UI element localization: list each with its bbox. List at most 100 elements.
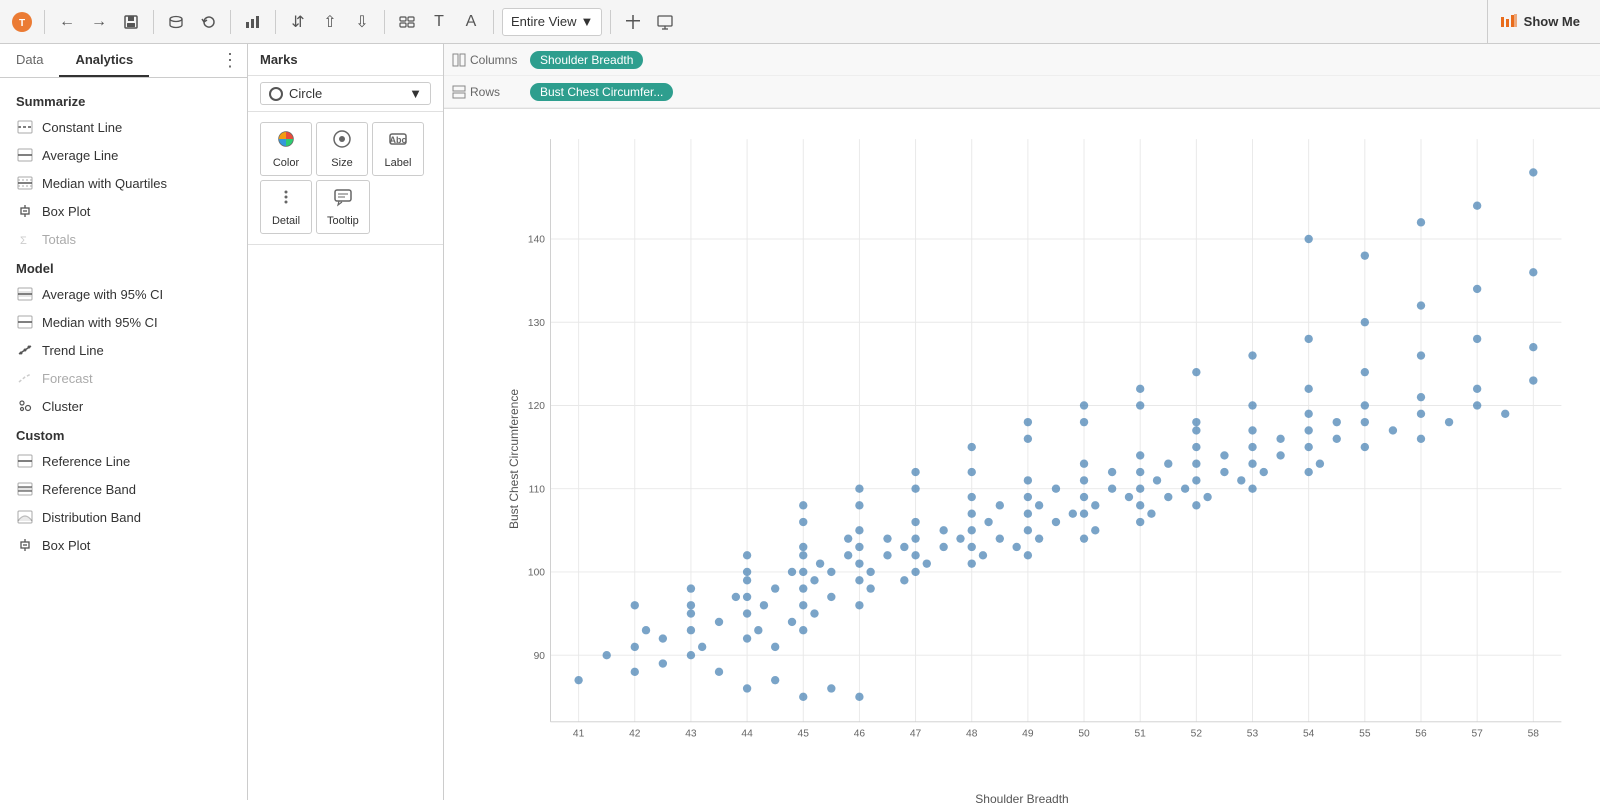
marks-size-label: Size xyxy=(331,157,352,169)
forecast-icon xyxy=(16,369,34,387)
rows-label: Rows xyxy=(452,85,522,99)
separator-2 xyxy=(153,10,154,34)
marks-tooltip-icon xyxy=(333,187,353,212)
analytics-item-cluster[interactable]: Cluster xyxy=(0,392,247,420)
analytics-item-median-quartiles[interactable]: Median with Quartiles xyxy=(0,169,247,197)
swap-axes-icon[interactable]: ⇵ xyxy=(284,8,312,36)
sort-asc-icon[interactable]: ⇧ xyxy=(316,8,344,36)
analytics-item-box-plot-custom[interactable]: Box Plot xyxy=(0,531,247,559)
marks-buttons-group: Color Size Abc Label Detail xyxy=(248,112,443,245)
analytics-item-reference-band[interactable]: Reference Band xyxy=(0,475,247,503)
marks-color-button[interactable]: Color xyxy=(260,122,312,176)
svg-text:41: 41 xyxy=(573,729,585,740)
fix-axes-icon[interactable] xyxy=(619,8,647,36)
marks-label-label: Label xyxy=(385,157,412,169)
sort-desc-icon[interactable]: ⇩ xyxy=(348,8,376,36)
columns-label: Columns xyxy=(452,53,522,67)
marks-type-dropdown[interactable]: Circle ▼ xyxy=(248,76,443,112)
viz-area: Columns Shoulder Breadth Rows Bust Chest… xyxy=(444,44,1600,800)
distribution-band-icon xyxy=(16,508,34,526)
svg-text:50: 50 xyxy=(1078,729,1090,740)
back-icon[interactable]: ← xyxy=(53,8,81,36)
app-logo-icon: T xyxy=(8,8,36,36)
marks-detail-icon xyxy=(276,187,296,212)
svg-text:T: T xyxy=(19,18,25,29)
svg-text:58: 58 xyxy=(1528,729,1540,740)
svg-text:130: 130 xyxy=(528,318,545,329)
svg-text:52: 52 xyxy=(1191,729,1203,740)
marks-detail-label: Detail xyxy=(272,215,300,227)
svg-text:57: 57 xyxy=(1471,729,1483,740)
tab-data[interactable]: Data xyxy=(0,44,59,77)
undo-icon[interactable] xyxy=(194,8,222,36)
rows-pill[interactable]: Bust Chest Circumfer... xyxy=(530,83,673,101)
separator-7 xyxy=(610,10,611,34)
median-quartiles-icon xyxy=(16,174,34,192)
toolbar: T ← → ⇵ ⇧ ⇩ T A Entire View ▼ Show Me xyxy=(0,0,1600,44)
analytics-item-totals: Σ Totals xyxy=(0,225,247,253)
svg-text:51: 51 xyxy=(1135,729,1147,740)
analytics-item-constant-line[interactable]: Constant Line xyxy=(0,113,247,141)
view-dropdown[interactable]: Entire View ▼ xyxy=(502,8,602,36)
trend-line-icon xyxy=(16,341,34,359)
svg-text:48: 48 xyxy=(966,729,978,740)
constant-line-icon xyxy=(16,118,34,136)
marks-header: Marks xyxy=(248,44,443,76)
svg-text:46: 46 xyxy=(854,729,866,740)
analytics-item-trend-line[interactable]: Trend Line xyxy=(0,336,247,364)
panel-options-icon[interactable]: ⋮ xyxy=(221,50,239,71)
marks-size-button[interactable]: Size xyxy=(316,122,368,176)
separator-4 xyxy=(275,10,276,34)
format-icon[interactable]: A xyxy=(457,8,485,36)
svg-text:44: 44 xyxy=(741,729,753,740)
analytics-item-box-plot-summarize[interactable]: Box Plot xyxy=(0,197,247,225)
average-95ci-icon xyxy=(16,285,34,303)
svg-text:100: 100 xyxy=(528,568,545,579)
analytics-item-average-line[interactable]: Average Line xyxy=(0,141,247,169)
marks-color-label: Color xyxy=(273,157,299,169)
separator-6 xyxy=(493,10,494,34)
svg-text:53: 53 xyxy=(1247,729,1259,740)
separator-1 xyxy=(44,10,45,34)
analytics-item-reference-line[interactable]: Reference Line xyxy=(0,447,247,475)
svg-text:42: 42 xyxy=(629,729,641,740)
chart-type-icon[interactable] xyxy=(239,8,267,36)
tab-analytics[interactable]: Analytics xyxy=(59,44,149,77)
svg-text:45: 45 xyxy=(798,729,810,740)
group-icon[interactable] xyxy=(393,8,421,36)
svg-text:140: 140 xyxy=(528,235,545,246)
reference-band-icon xyxy=(16,480,34,498)
average-line-icon xyxy=(16,146,34,164)
columns-pill[interactable]: Shoulder Breadth xyxy=(530,51,643,69)
analytics-item-median-95ci[interactable]: Median with 95% CI xyxy=(0,308,247,336)
svg-text:43: 43 xyxy=(685,729,697,740)
forward-icon[interactable]: → xyxy=(85,8,113,36)
show-me-button[interactable]: Show Me xyxy=(1487,0,1592,43)
columns-shelf: Columns Shoulder Breadth xyxy=(444,44,1600,76)
label-icon[interactable]: T xyxy=(425,8,453,36)
separator-3 xyxy=(230,10,231,34)
marks-tooltip-label: Tooltip xyxy=(327,215,359,227)
svg-text:47: 47 xyxy=(910,729,922,740)
marks-label-icon: Abc xyxy=(388,129,408,154)
save-icon[interactable] xyxy=(117,8,145,36)
box-plot-summarize-icon xyxy=(16,202,34,220)
cluster-icon xyxy=(16,397,34,415)
svg-text:Σ: Σ xyxy=(20,235,27,247)
totals-icon: Σ xyxy=(16,230,34,248)
analytics-item-average-95ci[interactable]: Average with 95% CI xyxy=(0,280,247,308)
svg-text:56: 56 xyxy=(1415,729,1427,740)
analytics-content: Summarize Constant Line Average Line Med… xyxy=(0,78,247,800)
marks-detail-button[interactable]: Detail xyxy=(260,180,312,234)
svg-text:120: 120 xyxy=(528,401,545,412)
presentation-icon[interactable] xyxy=(651,8,679,36)
data-source-icon[interactable] xyxy=(162,8,190,36)
main-layout: Data Analytics ⋮ Summarize Constant Line… xyxy=(0,44,1600,800)
svg-text:110: 110 xyxy=(529,484,546,495)
left-panel: Data Analytics ⋮ Summarize Constant Line… xyxy=(0,44,248,800)
marks-color-icon xyxy=(276,129,296,154)
marks-tooltip-button[interactable]: Tooltip xyxy=(316,180,370,234)
analytics-item-distribution-band[interactable]: Distribution Band xyxy=(0,503,247,531)
marks-label-button[interactable]: Abc Label xyxy=(372,122,424,176)
marks-size-icon xyxy=(332,129,352,154)
